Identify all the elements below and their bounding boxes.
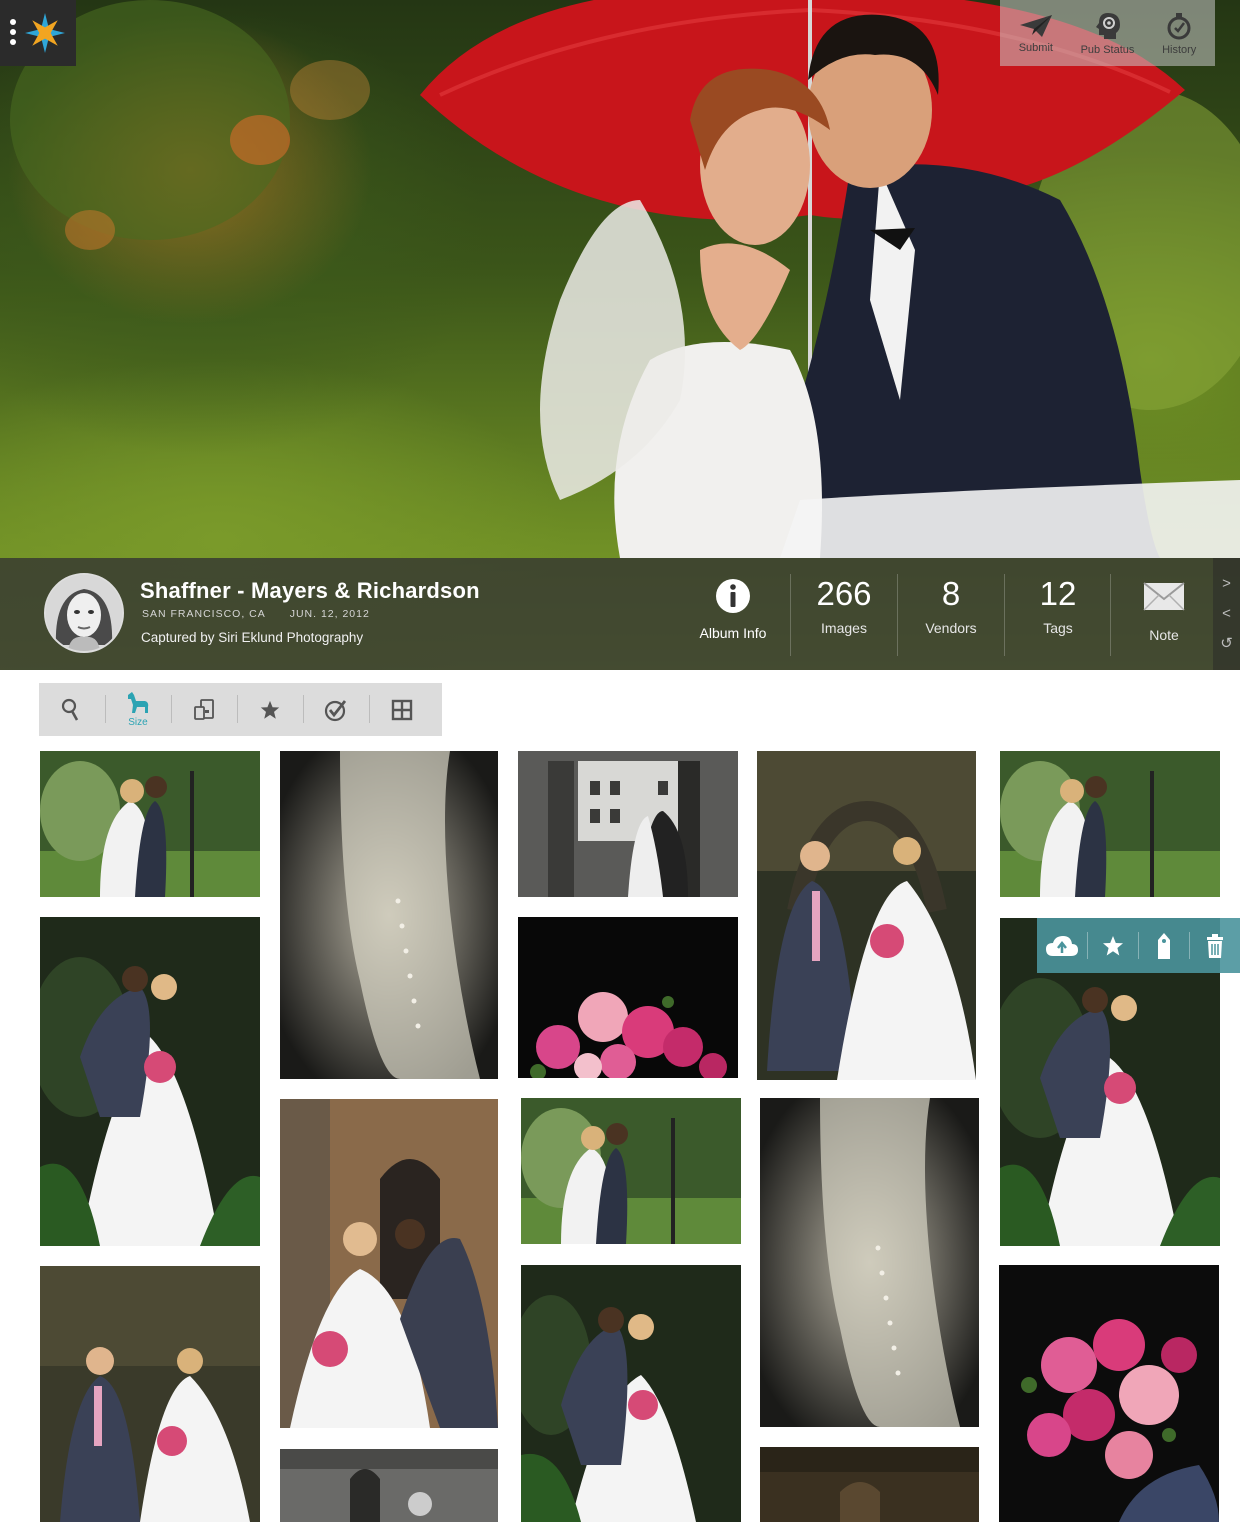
album-date: JUN. 12, 2012 [289, 608, 370, 620]
trash-icon [1206, 933, 1223, 958]
photo-bouquet-closeup [999, 1265, 1219, 1522]
top-toolbar: Submit Pub Status History [1000, 0, 1215, 66]
favorite-filter-button[interactable] [237, 683, 303, 736]
vendors-stat[interactable]: 8 Vendors [897, 574, 1004, 656]
photo-thumbnail[interactable] [280, 751, 498, 1079]
photo-couple-seated [757, 751, 976, 1080]
photo-couple-archway [280, 1099, 498, 1428]
devices-button[interactable] [171, 683, 237, 736]
next-arrow[interactable]: > [1222, 569, 1231, 599]
check-badge-icon [324, 699, 347, 721]
app-menu-button[interactable] [0, 0, 76, 66]
photo-thumbnail[interactable] [760, 1447, 979, 1522]
prev-arrow[interactable]: < [1222, 599, 1231, 629]
photo-thumbnail[interactable] [521, 1265, 741, 1522]
photo-thumbnail[interactable] [280, 1099, 498, 1428]
photo-thumbnail[interactable] [999, 1265, 1219, 1522]
avatar-portrait [46, 575, 122, 651]
album-title: Shaffner - Mayers & Richardson [140, 578, 480, 603]
photo-thumbnail[interactable] [757, 751, 976, 1080]
hero-cover-photo: Submit Pub Status History Shaffner - May… [0, 0, 1240, 670]
album-location: SAN FRANCISCO, CA [142, 608, 266, 620]
undo-arrow[interactable]: ↺ [1220, 629, 1233, 659]
search-icon [61, 698, 79, 721]
kebab-menu-icon[interactable] [10, 19, 18, 49]
photo-thumbnail[interactable] [518, 751, 738, 897]
tags-count: 12 [1039, 575, 1077, 612]
photo-couple-hug [521, 1098, 741, 1244]
size-button[interactable]: Size [105, 683, 171, 736]
photo-hover-actions [1037, 918, 1240, 973]
photo-bouquet-closeup [518, 917, 738, 1078]
photo-thumbnail[interactable] [280, 1449, 498, 1522]
tags-stat[interactable]: 12 Tags [1004, 574, 1111, 656]
head-gears-icon [1095, 12, 1120, 39]
photo-thumbnail[interactable] [40, 751, 260, 897]
images-label: Images [821, 620, 867, 636]
delete-button[interactable] [1188, 918, 1237, 973]
app-logo-icon [25, 13, 65, 53]
favorite-button[interactable] [1087, 918, 1135, 973]
photo-archway [760, 1447, 979, 1522]
grid-view-button[interactable] [369, 683, 435, 736]
size-label: Size [128, 717, 148, 728]
album-info-label: Album Info [699, 625, 767, 641]
album-meta: SAN FRANCISCO, CA JUN. 12, 2012 [142, 608, 390, 620]
grid-icon [391, 699, 413, 720]
size-icon [128, 692, 149, 713]
history-label: History [1162, 43, 1197, 56]
album-info-button[interactable]: Album Info [680, 574, 786, 656]
images-stat[interactable]: 266 Images [790, 574, 897, 656]
photo-couple-hug [1000, 751, 1220, 897]
tags-label: Tags [1043, 620, 1073, 636]
avatar[interactable] [44, 573, 124, 653]
photo-thumbnail[interactable] [40, 1266, 260, 1522]
album-credit: Captured by Siri Eklund Photography [141, 630, 364, 645]
photo-dress-back [280, 751, 498, 1079]
note-button[interactable]: Note [1110, 574, 1217, 656]
submit-button[interactable]: Submit [1000, 0, 1072, 66]
vendors-count: 8 [941, 575, 961, 612]
photo-thumbnail[interactable] [521, 1098, 741, 1244]
submit-label: Submit [1018, 41, 1053, 54]
envelope-icon [1143, 582, 1185, 611]
photo-couple-bouquet [40, 917, 260, 1246]
note-label: Note [1149, 627, 1179, 643]
photo-dress-back [760, 1098, 979, 1427]
side-nav: > < ↺ [1213, 558, 1240, 670]
pub-status-button[interactable]: Pub Status [1072, 0, 1144, 66]
photo-thumbnail[interactable] [760, 1098, 979, 1427]
photo-bw-mansion [518, 751, 738, 897]
cloud-upload-icon [1046, 935, 1079, 956]
devices-icon [194, 698, 214, 720]
stopwatch-icon [1167, 12, 1191, 39]
paper-plane-icon [1019, 14, 1052, 37]
approved-filter-button[interactable] [303, 683, 369, 736]
photo-thumbnail[interactable] [1000, 751, 1220, 897]
photo-thumbnail[interactable] [518, 917, 738, 1078]
history-button[interactable]: History [1143, 0, 1215, 66]
photo-bw-arch [280, 1449, 498, 1522]
pub-status-label: Pub Status [1080, 43, 1135, 56]
photo-couple-hug [40, 751, 260, 897]
vendors-label: Vendors [925, 620, 977, 636]
search-button[interactable] [39, 683, 105, 736]
album-info-bar: Shaffner - Mayers & Richardson SAN FRANC… [0, 558, 1240, 670]
upload-button[interactable] [1040, 918, 1084, 973]
images-count: 266 [816, 575, 872, 612]
star-icon [1103, 935, 1124, 955]
photo-couple-seated [40, 1266, 260, 1522]
view-toolbar: Size [39, 683, 442, 736]
photo-thumbnail[interactable] [40, 917, 260, 1246]
star-icon [260, 700, 280, 719]
tag-icon [1157, 932, 1170, 959]
photo-couple-bouquet [521, 1265, 741, 1522]
tag-button[interactable] [1137, 918, 1186, 973]
info-circle-icon [716, 579, 750, 613]
